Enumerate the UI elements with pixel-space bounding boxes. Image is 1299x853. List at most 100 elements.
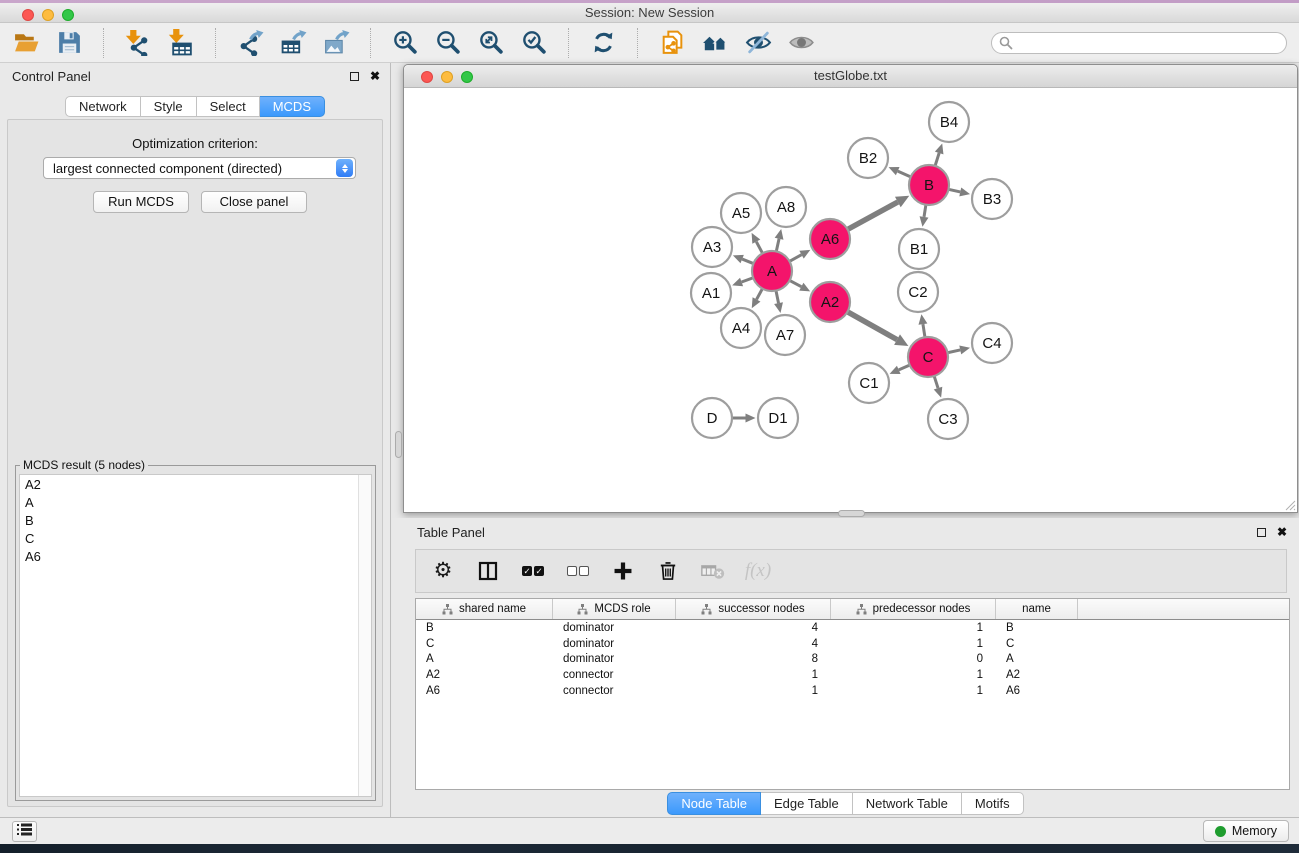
- graph-node-A2[interactable]: A2: [810, 282, 850, 322]
- run-mcds-button[interactable]: Run MCDS: [93, 191, 189, 213]
- clone-network-icon[interactable]: [658, 28, 687, 57]
- table-row[interactable]: Bdominator41B: [416, 620, 1289, 636]
- network-window-titlebar[interactable]: testGlobe.txt: [404, 65, 1297, 88]
- import-network-icon[interactable]: [124, 28, 153, 57]
- save-session-icon[interactable]: [55, 28, 84, 57]
- table-row[interactable]: A6connector11A6: [416, 683, 1289, 699]
- mcds-result-list[interactable]: A2ABCA6: [19, 474, 372, 797]
- network-minimize-traffic-light[interactable]: [441, 71, 453, 83]
- graph-node-C[interactable]: C: [908, 337, 948, 377]
- main-toolbar: [0, 23, 1299, 63]
- network-zoom-traffic-light[interactable]: [461, 71, 473, 83]
- network-close-traffic-light[interactable]: [421, 71, 433, 83]
- mcds-result-item[interactable]: A2: [20, 475, 371, 493]
- column-header-successor-nodes[interactable]: successor nodes: [676, 599, 831, 619]
- table-row[interactable]: Adominator80A: [416, 652, 1289, 668]
- list-icon: [17, 823, 32, 841]
- optimization-criterion-select[interactable]: largest connected component (directed): [43, 157, 356, 179]
- graph-node-C1[interactable]: C1: [849, 363, 889, 403]
- refresh-icon[interactable]: [589, 28, 618, 57]
- tab-motifs[interactable]: Motifs: [962, 792, 1024, 815]
- graph-node-D1[interactable]: D1: [758, 398, 798, 438]
- add-column-icon[interactable]: [610, 558, 636, 584]
- tab-mcds[interactable]: MCDS: [260, 96, 325, 117]
- tab-select[interactable]: Select: [197, 96, 260, 117]
- export-network-icon[interactable]: [236, 28, 265, 57]
- graph-node-B3[interactable]: B3: [972, 179, 1012, 219]
- open-session-icon[interactable]: [12, 28, 41, 57]
- tab-node-table[interactable]: Node Table: [667, 792, 761, 815]
- close-panel-icon[interactable]: ✖: [370, 71, 380, 81]
- hide-selected-icon[interactable]: [744, 28, 773, 57]
- svg-text:D1: D1: [768, 410, 787, 427]
- column-header-name[interactable]: name: [996, 599, 1078, 619]
- memory-button[interactable]: Memory: [1203, 820, 1289, 842]
- svg-text:A8: A8: [777, 199, 795, 216]
- close-table-panel-icon[interactable]: ✖: [1277, 527, 1287, 537]
- show-all-icon[interactable]: [787, 28, 816, 57]
- tab-style[interactable]: Style: [141, 96, 197, 117]
- node-table: shared nameMCDS rolesuccessor nodesprede…: [415, 598, 1290, 790]
- graph-node-B1[interactable]: B1: [899, 229, 939, 269]
- import-table-icon[interactable]: [167, 28, 196, 57]
- graph-node-A3[interactable]: A3: [692, 227, 732, 267]
- graph-node-A5[interactable]: A5: [721, 193, 761, 233]
- tab-edge-table[interactable]: Edge Table: [761, 792, 853, 815]
- float-panel-icon[interactable]: [350, 72, 359, 81]
- mcds-result-item[interactable]: C: [20, 529, 371, 547]
- table-settings-icon[interactable]: ⚙: [430, 558, 456, 584]
- graph-node-C3[interactable]: C3: [928, 399, 968, 439]
- first-neighbors-icon[interactable]: [701, 28, 730, 57]
- svg-text:A6: A6: [821, 231, 839, 248]
- graph-node-D[interactable]: D: [692, 398, 732, 438]
- zoom-in-icon[interactable]: [391, 28, 420, 57]
- table-tabs: Node TableEdge TableNetwork TableMotifs: [392, 792, 1299, 815]
- graph-edge-A2-C[interactable]: [845, 310, 909, 346]
- zoom-selected-icon[interactable]: [520, 28, 549, 57]
- graph-node-C4[interactable]: C4: [972, 323, 1012, 363]
- resize-grip-icon[interactable]: [1283, 498, 1296, 511]
- tab-network-table[interactable]: Network Table: [853, 792, 962, 815]
- graph-node-C2[interactable]: C2: [898, 272, 938, 312]
- vertical-splitter-handle[interactable]: [395, 431, 402, 458]
- export-image-icon[interactable]: [322, 28, 351, 57]
- select-all-rows-icon[interactable]: ✓✓: [520, 558, 546, 584]
- tab-network[interactable]: Network: [65, 96, 141, 117]
- graph-node-A[interactable]: A: [752, 251, 792, 291]
- delete-column-icon[interactable]: [655, 558, 681, 584]
- horizontal-splitter-handle[interactable]: [838, 510, 865, 517]
- scrollbar-track[interactable]: [358, 475, 371, 796]
- zoom-traffic-light[interactable]: [62, 9, 74, 21]
- graph-node-B2[interactable]: B2: [848, 138, 888, 178]
- task-history-button[interactable]: [12, 821, 37, 842]
- close-panel-button[interactable]: Close panel: [201, 191, 307, 213]
- search-input[interactable]: [991, 32, 1287, 54]
- graph-node-B4[interactable]: B4: [929, 102, 969, 142]
- zoom-fit-icon[interactable]: [477, 28, 506, 57]
- toggle-columns-icon[interactable]: [475, 558, 501, 584]
- graph-edge-A6-B[interactable]: [845, 196, 909, 231]
- graph-node-A6[interactable]: A6: [810, 219, 850, 259]
- graph-node-A8[interactable]: A8: [766, 187, 806, 227]
- column-header-mcds-role[interactable]: MCDS role: [553, 599, 676, 619]
- column-header-shared-name[interactable]: shared name: [416, 599, 553, 619]
- zoom-out-icon[interactable]: [434, 28, 463, 57]
- mcds-result-item[interactable]: A: [20, 493, 371, 511]
- svg-text:A7: A7: [776, 327, 794, 344]
- close-traffic-light[interactable]: [22, 9, 34, 21]
- deselect-all-rows-icon[interactable]: ✓✓: [565, 558, 591, 584]
- export-table-icon[interactable]: [279, 28, 308, 57]
- column-header-predecessor-nodes[interactable]: predecessor nodes: [831, 599, 996, 619]
- mcds-result-item[interactable]: B: [20, 511, 371, 529]
- graph-node-A1[interactable]: A1: [691, 273, 731, 313]
- float-table-panel-icon[interactable]: [1257, 528, 1266, 537]
- graph-node-A7[interactable]: A7: [765, 315, 805, 355]
- network-canvas[interactable]: B4 B2 B B3 A8 A5 A6 A3 B1 A C2 A1 A2 A4 A7 C4 C C1 D D1 C3: [404, 89, 1297, 512]
- svg-text:B3: B3: [983, 191, 1001, 208]
- table-row[interactable]: A2connector11A2: [416, 667, 1289, 683]
- graph-node-A4[interactable]: A4: [721, 308, 761, 348]
- graph-node-B[interactable]: B: [909, 165, 949, 205]
- table-row[interactable]: Cdominator41C: [416, 636, 1289, 652]
- mcds-result-item[interactable]: A6: [20, 547, 371, 565]
- minimize-traffic-light[interactable]: [42, 9, 54, 21]
